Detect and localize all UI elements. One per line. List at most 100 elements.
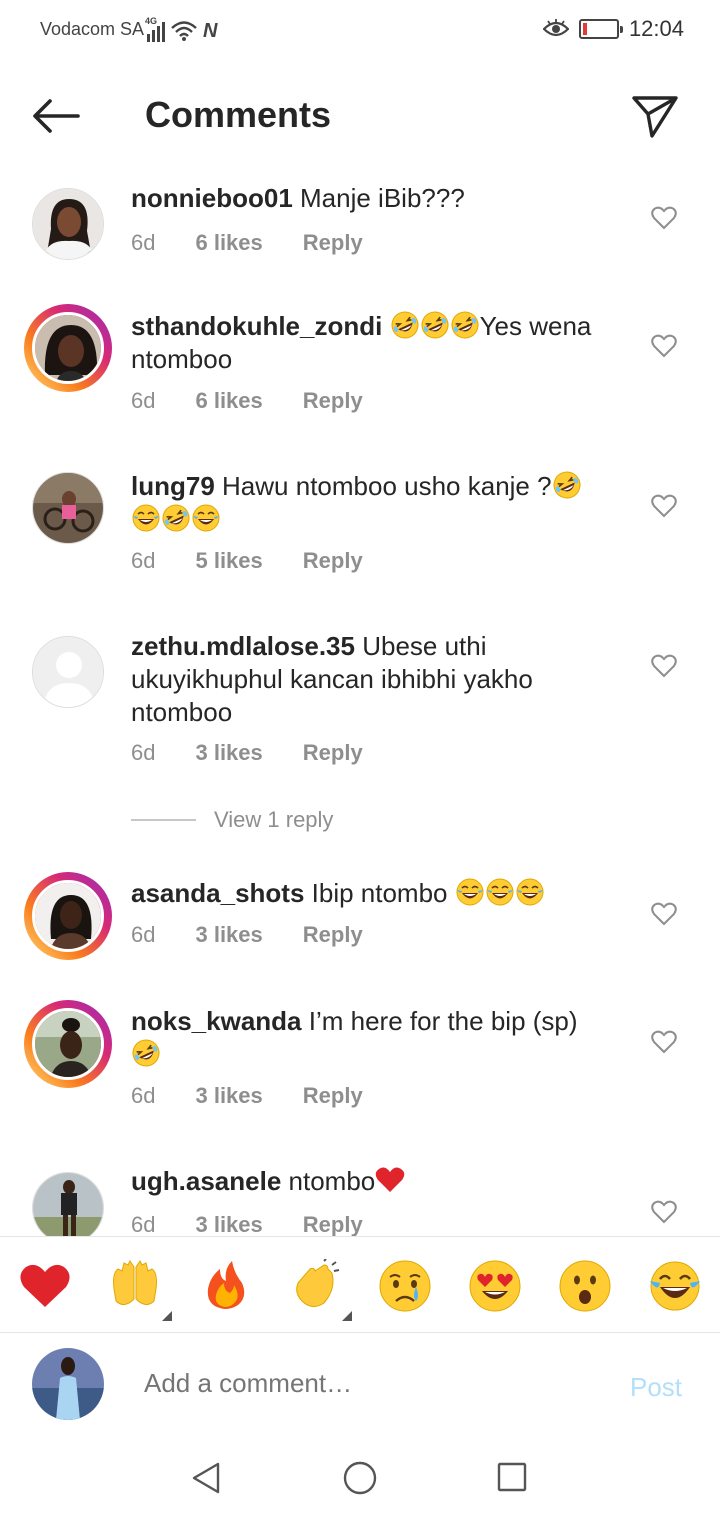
tears-of-joy-emoji [455, 877, 485, 907]
red-heart-emoji [375, 1165, 405, 1195]
comment-username[interactable]: nonnieboo01 [131, 183, 293, 213]
comment-likes[interactable]: 3 likes [195, 922, 262, 948]
signal-icon: 4G [145, 16, 165, 42]
crying-face-reaction-icon[interactable] [378, 1259, 432, 1313]
tears-of-joy-emoji [131, 503, 161, 533]
nav-home-icon[interactable] [342, 1460, 378, 1496]
reply-button[interactable]: Reply [303, 548, 363, 574]
comment-body: Manje iBib??? [300, 183, 465, 213]
comment-likes[interactable]: 3 likes [195, 1083, 262, 1109]
comment-meta: 6d 3 likes Reply [131, 922, 363, 948]
comment-username[interactable]: ugh.asanele [131, 1166, 281, 1196]
reply-button[interactable]: Reply [303, 740, 363, 766]
tears-of-joy-emoji [515, 877, 545, 907]
comment-input[interactable] [144, 1368, 604, 1399]
avatar-story-ring[interactable] [24, 304, 112, 392]
comment-list[interactable]: nonnieboo01 Manje iBib??? 6d 6 likes Rep… [0, 170, 720, 1236]
nav-back-icon[interactable] [188, 1460, 224, 1496]
rofl-emoji [161, 503, 191, 533]
rofl-emoji [450, 310, 480, 340]
comment-username[interactable]: zethu.mdlalose.35 [131, 631, 355, 661]
reply-button[interactable]: Reply [303, 388, 363, 414]
rofl-emoji [390, 310, 420, 340]
comment-text: zethu.mdlalose.35 Ubese uthi ukuyikhuphu… [131, 630, 631, 729]
view-replies-label: View 1 reply [214, 807, 334, 832]
like-heart-icon[interactable] [651, 494, 677, 518]
like-heart-icon[interactable] [651, 1030, 677, 1054]
rofl-emoji [552, 470, 582, 500]
avatar[interactable] [24, 1164, 112, 1236]
divider-line [131, 819, 196, 821]
wifi-icon [171, 21, 197, 41]
avatar[interactable] [24, 464, 112, 552]
avatar-story-ring[interactable] [24, 872, 112, 960]
clapping-hands-reaction-icon[interactable] [288, 1258, 352, 1321]
profile-photo [35, 315, 101, 381]
comment-meta: 6d 3 likes Reply [131, 740, 363, 766]
page-title: Comments [145, 94, 332, 135]
comment-body: Ibip ntombo [311, 878, 448, 908]
fire-reaction-icon[interactable] [198, 1259, 252, 1313]
view-replies-button[interactable]: View 1 reply [131, 807, 333, 833]
profile-photo [33, 189, 103, 259]
tears-of-joy-emoji [191, 503, 221, 533]
comment-username[interactable]: sthandokuhle_zondi [131, 311, 382, 341]
comment-text: sthandokuhle_zondi Yes wena ntomboo [131, 310, 631, 376]
avatar-story-ring[interactable] [24, 1000, 112, 1088]
like-heart-icon[interactable] [651, 654, 677, 678]
post-button[interactable]: Post [630, 1372, 682, 1403]
comment-likes[interactable]: 6 likes [195, 230, 262, 256]
comment-likes[interactable]: 3 likes [195, 1212, 262, 1236]
raised-hands-reaction-icon[interactable] [108, 1259, 172, 1321]
avatar[interactable] [24, 180, 112, 268]
header: Comments [0, 80, 720, 152]
eye-comfort-icon [542, 19, 569, 37]
comment-likes[interactable]: 6 likes [195, 388, 262, 414]
heart-eyes-reaction-icon[interactable] [468, 1259, 522, 1313]
avatar[interactable] [24, 628, 112, 716]
back-arrow-icon[interactable] [30, 96, 82, 136]
comment-username[interactable]: asanda_shots [131, 878, 304, 908]
like-heart-icon[interactable] [651, 902, 677, 926]
quick-reactions-bar [0, 1236, 720, 1333]
comment-likes[interactable]: 3 likes [195, 740, 262, 766]
comment-time: 6d [131, 1212, 156, 1236]
like-heart-icon[interactable] [651, 334, 677, 358]
my-avatar [32, 1348, 104, 1420]
comment-text: lung79 Hawu ntomboo usho kanje ? [131, 470, 631, 536]
battery-icon [578, 19, 623, 39]
comment-username[interactable]: lung79 [131, 471, 215, 501]
comment-text: noks_kwanda I’m here for the bip (sp) [131, 1005, 631, 1071]
variant-indicator [162, 1311, 172, 1321]
rofl-emoji [420, 310, 450, 340]
profile-photo [32, 1348, 104, 1420]
reply-button[interactable]: Reply [303, 922, 363, 948]
nav-recents-icon[interactable] [496, 1461, 528, 1493]
surprised-face-reaction-icon[interactable] [558, 1259, 612, 1313]
comment-time: 6d [131, 740, 156, 765]
system-nav-bar [0, 1434, 720, 1520]
comment-meta: 6d 6 likes Reply [131, 230, 363, 256]
send-icon[interactable] [630, 94, 680, 140]
comment-time: 6d [131, 388, 156, 413]
comment-text: ugh.asanele ntombo [131, 1165, 631, 1198]
like-heart-icon[interactable] [651, 206, 677, 230]
reply-button[interactable]: Reply [303, 1212, 363, 1236]
reply-button[interactable]: Reply [303, 230, 363, 256]
profile-photo [33, 1173, 103, 1236]
comment-composer: Post [0, 1334, 720, 1434]
tears-of-joy-reaction-icon[interactable] [648, 1259, 702, 1313]
like-heart-icon[interactable] [651, 1200, 677, 1224]
comment-text: asanda_shots Ibip ntombo [131, 877, 631, 910]
comment-time: 6d [131, 548, 156, 573]
comment-body: I’m here for the bip (sp) [308, 1006, 578, 1036]
comment-likes[interactable]: 5 likes [195, 548, 262, 574]
comment-username[interactable]: noks_kwanda [131, 1006, 302, 1036]
comment-meta: 6d 3 likes Reply [131, 1083, 363, 1109]
comment-meta: 6d 6 likes Reply [131, 388, 363, 414]
reply-button[interactable]: Reply [303, 1083, 363, 1109]
profile-photo [35, 883, 101, 949]
heart-reaction-icon[interactable] [18, 1259, 72, 1313]
default-avatar-icon [33, 637, 103, 707]
comment-time: 6d [131, 1083, 156, 1108]
